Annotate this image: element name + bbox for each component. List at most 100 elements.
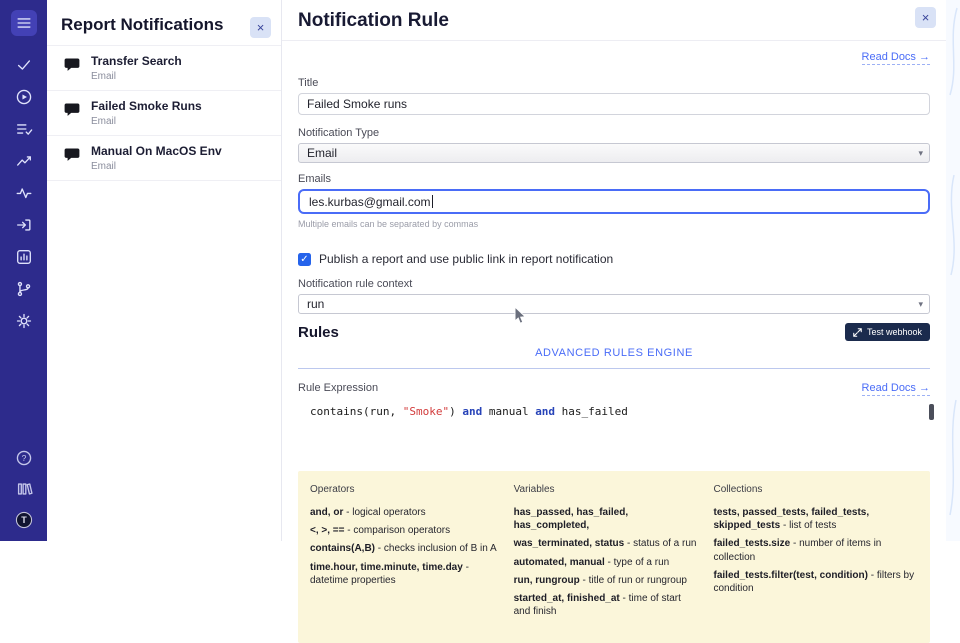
- context-value: run: [307, 297, 324, 311]
- help-line: automated, manual - type of a run: [514, 556, 700, 569]
- app-logo-icon: T: [15, 511, 33, 529]
- help-box: Operators and, or - logical operators <, >…: [298, 471, 930, 643]
- sidebar-item-logo[interactable]: T: [11, 507, 37, 533]
- library-icon: [15, 480, 33, 498]
- expression-segment: manual: [482, 405, 535, 418]
- text-caret: [432, 195, 433, 208]
- test-webhook-label: Test webhook: [867, 327, 922, 337]
- expression-segment: ): [449, 405, 462, 418]
- report-notifications-panel: Report Notifications × Transfer Search E…: [47, 0, 282, 541]
- chat-bubble-icon: [64, 57, 80, 73]
- notification-type-value: Email: [307, 146, 337, 160]
- svg-text:T: T: [21, 515, 27, 525]
- help-line: was_terminated, status - status of a run: [514, 537, 700, 550]
- page-title: Notification Rule: [298, 10, 930, 32]
- sidebar-item-runs[interactable]: [11, 84, 37, 110]
- rule-expression-editor[interactable]: contains(run, "Smoke") and manual and ha…: [298, 403, 930, 425]
- help-line: time.hour, time.minute, time.day - datet…: [310, 561, 500, 587]
- rule-expression: contains(run, "Smoke") and manual and ha…: [310, 405, 628, 418]
- sidebar-item-analytics[interactable]: [11, 148, 37, 174]
- activity-pulse-icon: [15, 184, 33, 202]
- panel-close-button[interactable]: ×: [250, 17, 271, 38]
- close-icon: ×: [257, 20, 265, 35]
- checkbox-check-icon: ✓: [300, 254, 308, 265]
- sidebar-item-menu[interactable]: [11, 10, 37, 36]
- help-circle-icon: ?: [15, 449, 33, 467]
- sidebar-item-activity[interactable]: [11, 180, 37, 206]
- expression-segment: and: [535, 405, 555, 418]
- context-select[interactable]: run ▾: [298, 294, 930, 314]
- help-line: tests, passed_tests, failed_tests, skipp…: [714, 506, 919, 532]
- sidebar-item-settings[interactable]: [11, 308, 37, 334]
- trend-chart-icon: [15, 152, 33, 170]
- help-line: run, rungroup - title of run or rungroup: [514, 574, 700, 587]
- publish-checkbox[interactable]: ✓: [298, 253, 311, 266]
- emails-value: les.kurbas@gmail.com: [309, 195, 431, 209]
- help-line: has_passed, has_failed, has_completed,: [514, 506, 700, 532]
- sidebar-item-branches[interactable]: [11, 276, 37, 302]
- title-input[interactable]: [298, 93, 930, 115]
- help-column: Operators and, or - logical operators <, >…: [310, 484, 500, 623]
- emails-field-label: Emails: [298, 173, 930, 185]
- help-column: Variables has_passed, has_failed, has_com…: [514, 484, 700, 623]
- help-column-title: Variables: [514, 484, 700, 495]
- help-column-title: Collections: [714, 484, 919, 495]
- help-line: failed_tests.filter(test, condition) - f…: [714, 569, 919, 595]
- gear-icon: [15, 312, 33, 330]
- help-line: and, or - logical operators: [310, 506, 500, 519]
- task-list-icon: [15, 120, 33, 138]
- rules-heading: Rules: [298, 324, 339, 341]
- tab-advanced-rules-engine[interactable]: ADVANCED RULES ENGINE: [535, 347, 693, 359]
- help-line: contains(A,B) - checks inclusion of B in…: [310, 542, 500, 555]
- rules-read-docs-link[interactable]: Read Docs →: [862, 382, 930, 396]
- help-column: Collections tests, passed_tests, failed_t…: [714, 484, 919, 623]
- editor-scrollbar-thumb[interactable]: [929, 404, 934, 420]
- sidebar-item-tests[interactable]: [11, 52, 37, 78]
- app-sidebar: ? T: [0, 0, 47, 541]
- notification-item-title: Transfer Search: [91, 54, 271, 68]
- main-close-button[interactable]: ×: [915, 7, 936, 28]
- sidebar-item-reports[interactable]: [11, 244, 37, 270]
- expression-segment: and: [462, 405, 482, 418]
- chevron-down-icon: ▾: [918, 148, 923, 159]
- expand-arrows-icon: [853, 328, 862, 337]
- check-icon: [15, 56, 33, 74]
- test-webhook-button[interactable]: Test webhook: [845, 323, 930, 341]
- close-icon: ×: [922, 10, 930, 25]
- help-line: failed_tests.size - number of items in c…: [714, 537, 919, 563]
- chevron-down-icon: ▾: [918, 299, 923, 310]
- help-line: <, >, == - comparison operators: [310, 524, 500, 537]
- notification-type-label: Notification Type: [298, 127, 930, 139]
- notification-list-item[interactable]: Manual On MacOS Env Email: [47, 136, 281, 181]
- chat-bubble-icon: [64, 102, 80, 118]
- publish-checkbox-label[interactable]: Publish a report and use public link in …: [319, 252, 613, 266]
- read-docs-link[interactable]: Read Docs →: [862, 51, 930, 65]
- sidebar-item-help[interactable]: ?: [11, 445, 37, 471]
- help-column-title: Operators: [310, 484, 500, 495]
- chat-bubble-icon: [64, 147, 80, 163]
- title-field-label: Title: [298, 77, 930, 89]
- notification-item-subtitle: Email: [91, 71, 271, 82]
- notification-rule-panel: Notification Rule × Read Docs → Title No…: [282, 0, 946, 541]
- notification-list-item[interactable]: Failed Smoke Runs Email: [47, 91, 281, 136]
- sign-in-icon: [15, 216, 33, 234]
- notification-item-subtitle: Email: [91, 116, 271, 127]
- notification-list: Transfer Search Email Failed Smoke Runs …: [47, 45, 281, 181]
- expression-segment: "Smoke": [403, 405, 449, 418]
- emails-help-text: Multiple emails can be separated by comm…: [298, 219, 930, 229]
- notification-item-title: Manual On MacOS Env: [91, 144, 271, 158]
- notification-item-subtitle: Email: [91, 161, 271, 172]
- play-circle-icon: [15, 88, 33, 106]
- sidebar-item-import[interactable]: [11, 212, 37, 238]
- sidebar-item-plans[interactable]: [11, 116, 37, 142]
- notification-type-select[interactable]: Email ▾: [298, 143, 930, 163]
- notification-item-title: Failed Smoke Runs: [91, 99, 271, 113]
- rule-expression-label: Rule Expression: [298, 382, 378, 394]
- context-field-label: Notification rule context: [298, 278, 930, 290]
- emails-input[interactable]: les.kurbas@gmail.com: [298, 189, 930, 214]
- notification-list-item[interactable]: Transfer Search Email: [47, 46, 281, 91]
- branch-icon: [15, 280, 33, 298]
- sidebar-item-docs[interactable]: [11, 476, 37, 502]
- expression-segment: contains(run,: [310, 405, 403, 418]
- background-pattern: [946, 0, 960, 541]
